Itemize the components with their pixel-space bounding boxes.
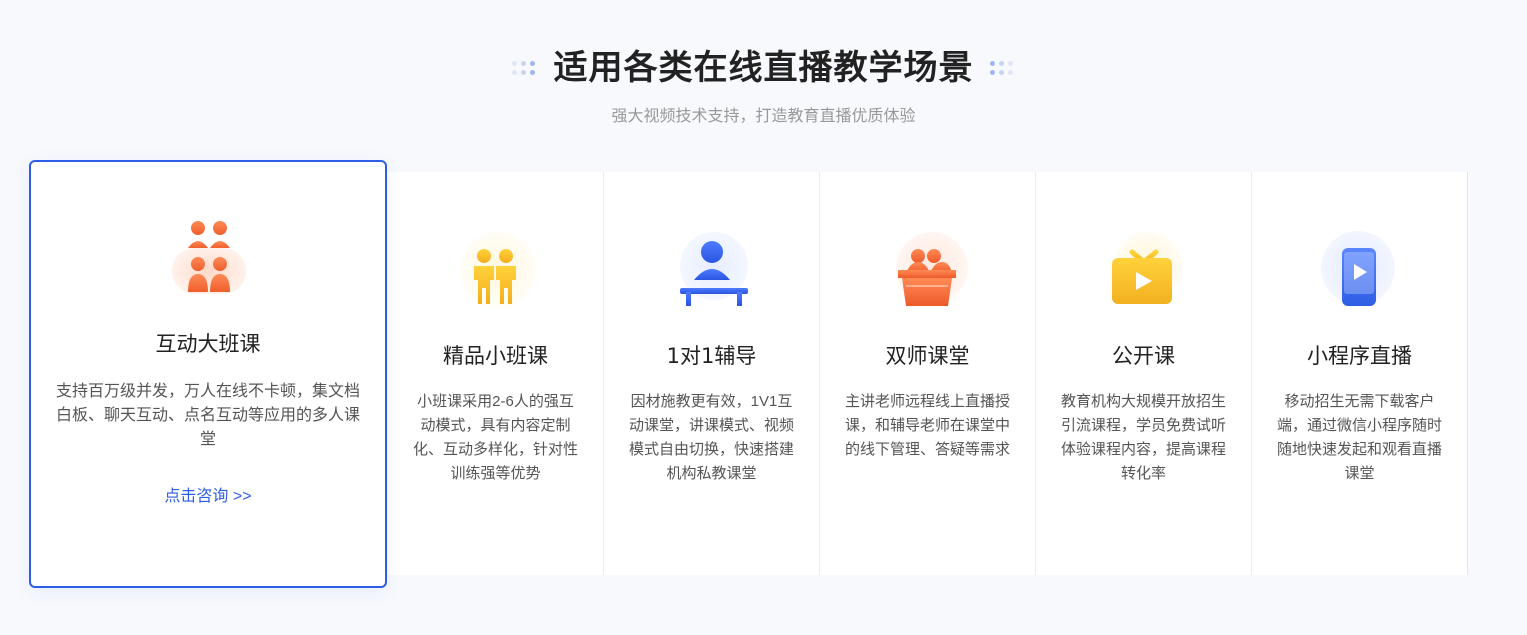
group-class-icon	[168, 218, 248, 298]
card-description: 移动招生无需下载客户端，通过微信小程序随时随地快速发起和观看直播课堂	[1276, 393, 1442, 482]
card-description: 小班课采用2-6人的强互动模式，具有内容定制化、互动多样化，针对性训练强等优势	[412, 393, 578, 482]
consult-link[interactable]: 点击咨询 >>	[164, 482, 251, 506]
card-description: 教育机构大规模开放招生引流课程，学员免费试听体验课程内容，提高课程转化率	[1060, 393, 1226, 482]
card-title: 精品小班课	[443, 344, 548, 368]
decorative-dots-right-icon	[989, 59, 1016, 77]
scenario-card-open-class[interactable]: 公开课 教育机构大规模开放招生引流课程，学员免费试听体验课程内容，提高课程转化率	[1036, 172, 1252, 575]
dual-teacher-icon	[888, 230, 968, 310]
tutor-icon	[672, 230, 752, 310]
mini-program-icon	[1320, 230, 1400, 310]
scenario-card-small-class[interactable]: 精品小班课 小班课采用2-6人的强互动模式，具有内容定制化、互动多样化，针对性训…	[388, 172, 604, 575]
open-class-icon	[1104, 230, 1184, 310]
card-description: 支持百万级并发，万人在线不卡顿，集文档白板、聊天互动、点名互动等应用的多人课堂	[55, 383, 360, 448]
section-header: 适用各类在线直播教学场景 强大视频技术支持，打造教育直播优质体验	[0, 40, 1527, 126]
scenario-card-mini-program[interactable]: 小程序直播 移动招生无需下载客户端，通过微信小程序随时随地快速发起和观看直播课堂	[1252, 172, 1468, 575]
card-title: 双师课堂	[885, 344, 970, 368]
card-title: 1对1辅导	[666, 344, 757, 368]
small-class-icon	[456, 230, 536, 310]
decorative-dots-left-icon	[511, 59, 538, 77]
card-title: 互动大班课	[155, 332, 261, 356]
scenario-card-group-class[interactable]: 互动大班课 支持百万级并发，万人在线不卡顿，集文档白板、聊天互动、点名互动等应用…	[29, 160, 387, 588]
title-row: 适用各类在线直播教学场景	[0, 40, 1527, 96]
section-title: 适用各类在线直播教学场景	[553, 48, 974, 88]
card-description: 因材施教更有效，1V1互动课堂，讲课模式、视频模式自由切换，快速搭建机构私教课堂	[628, 393, 794, 482]
section-subtitle: 强大视频技术支持，打造教育直播优质体验	[611, 108, 916, 125]
scenario-card-tutor[interactable]: 1对1辅导 因材施教更有效，1V1互动课堂，讲课模式、视频模式自由切换，快速搭建…	[604, 172, 820, 575]
card-title: 小程序直播	[1307, 344, 1412, 368]
card-title: 公开课	[1112, 344, 1175, 368]
scenario-card-dual-teacher[interactable]: 双师课堂 主讲老师远程线上直播授课，和辅导老师在课堂中的线下管理、答疑等需求	[820, 172, 1036, 575]
scenario-cards-row: 精品小班课 小班课采用2-6人的强互动模式，具有内容定制化、互动多样化，针对性训…	[388, 172, 1468, 575]
card-description: 主讲老师远程线上直播授课，和辅导老师在课堂中的线下管理、答疑等需求	[844, 393, 1010, 458]
